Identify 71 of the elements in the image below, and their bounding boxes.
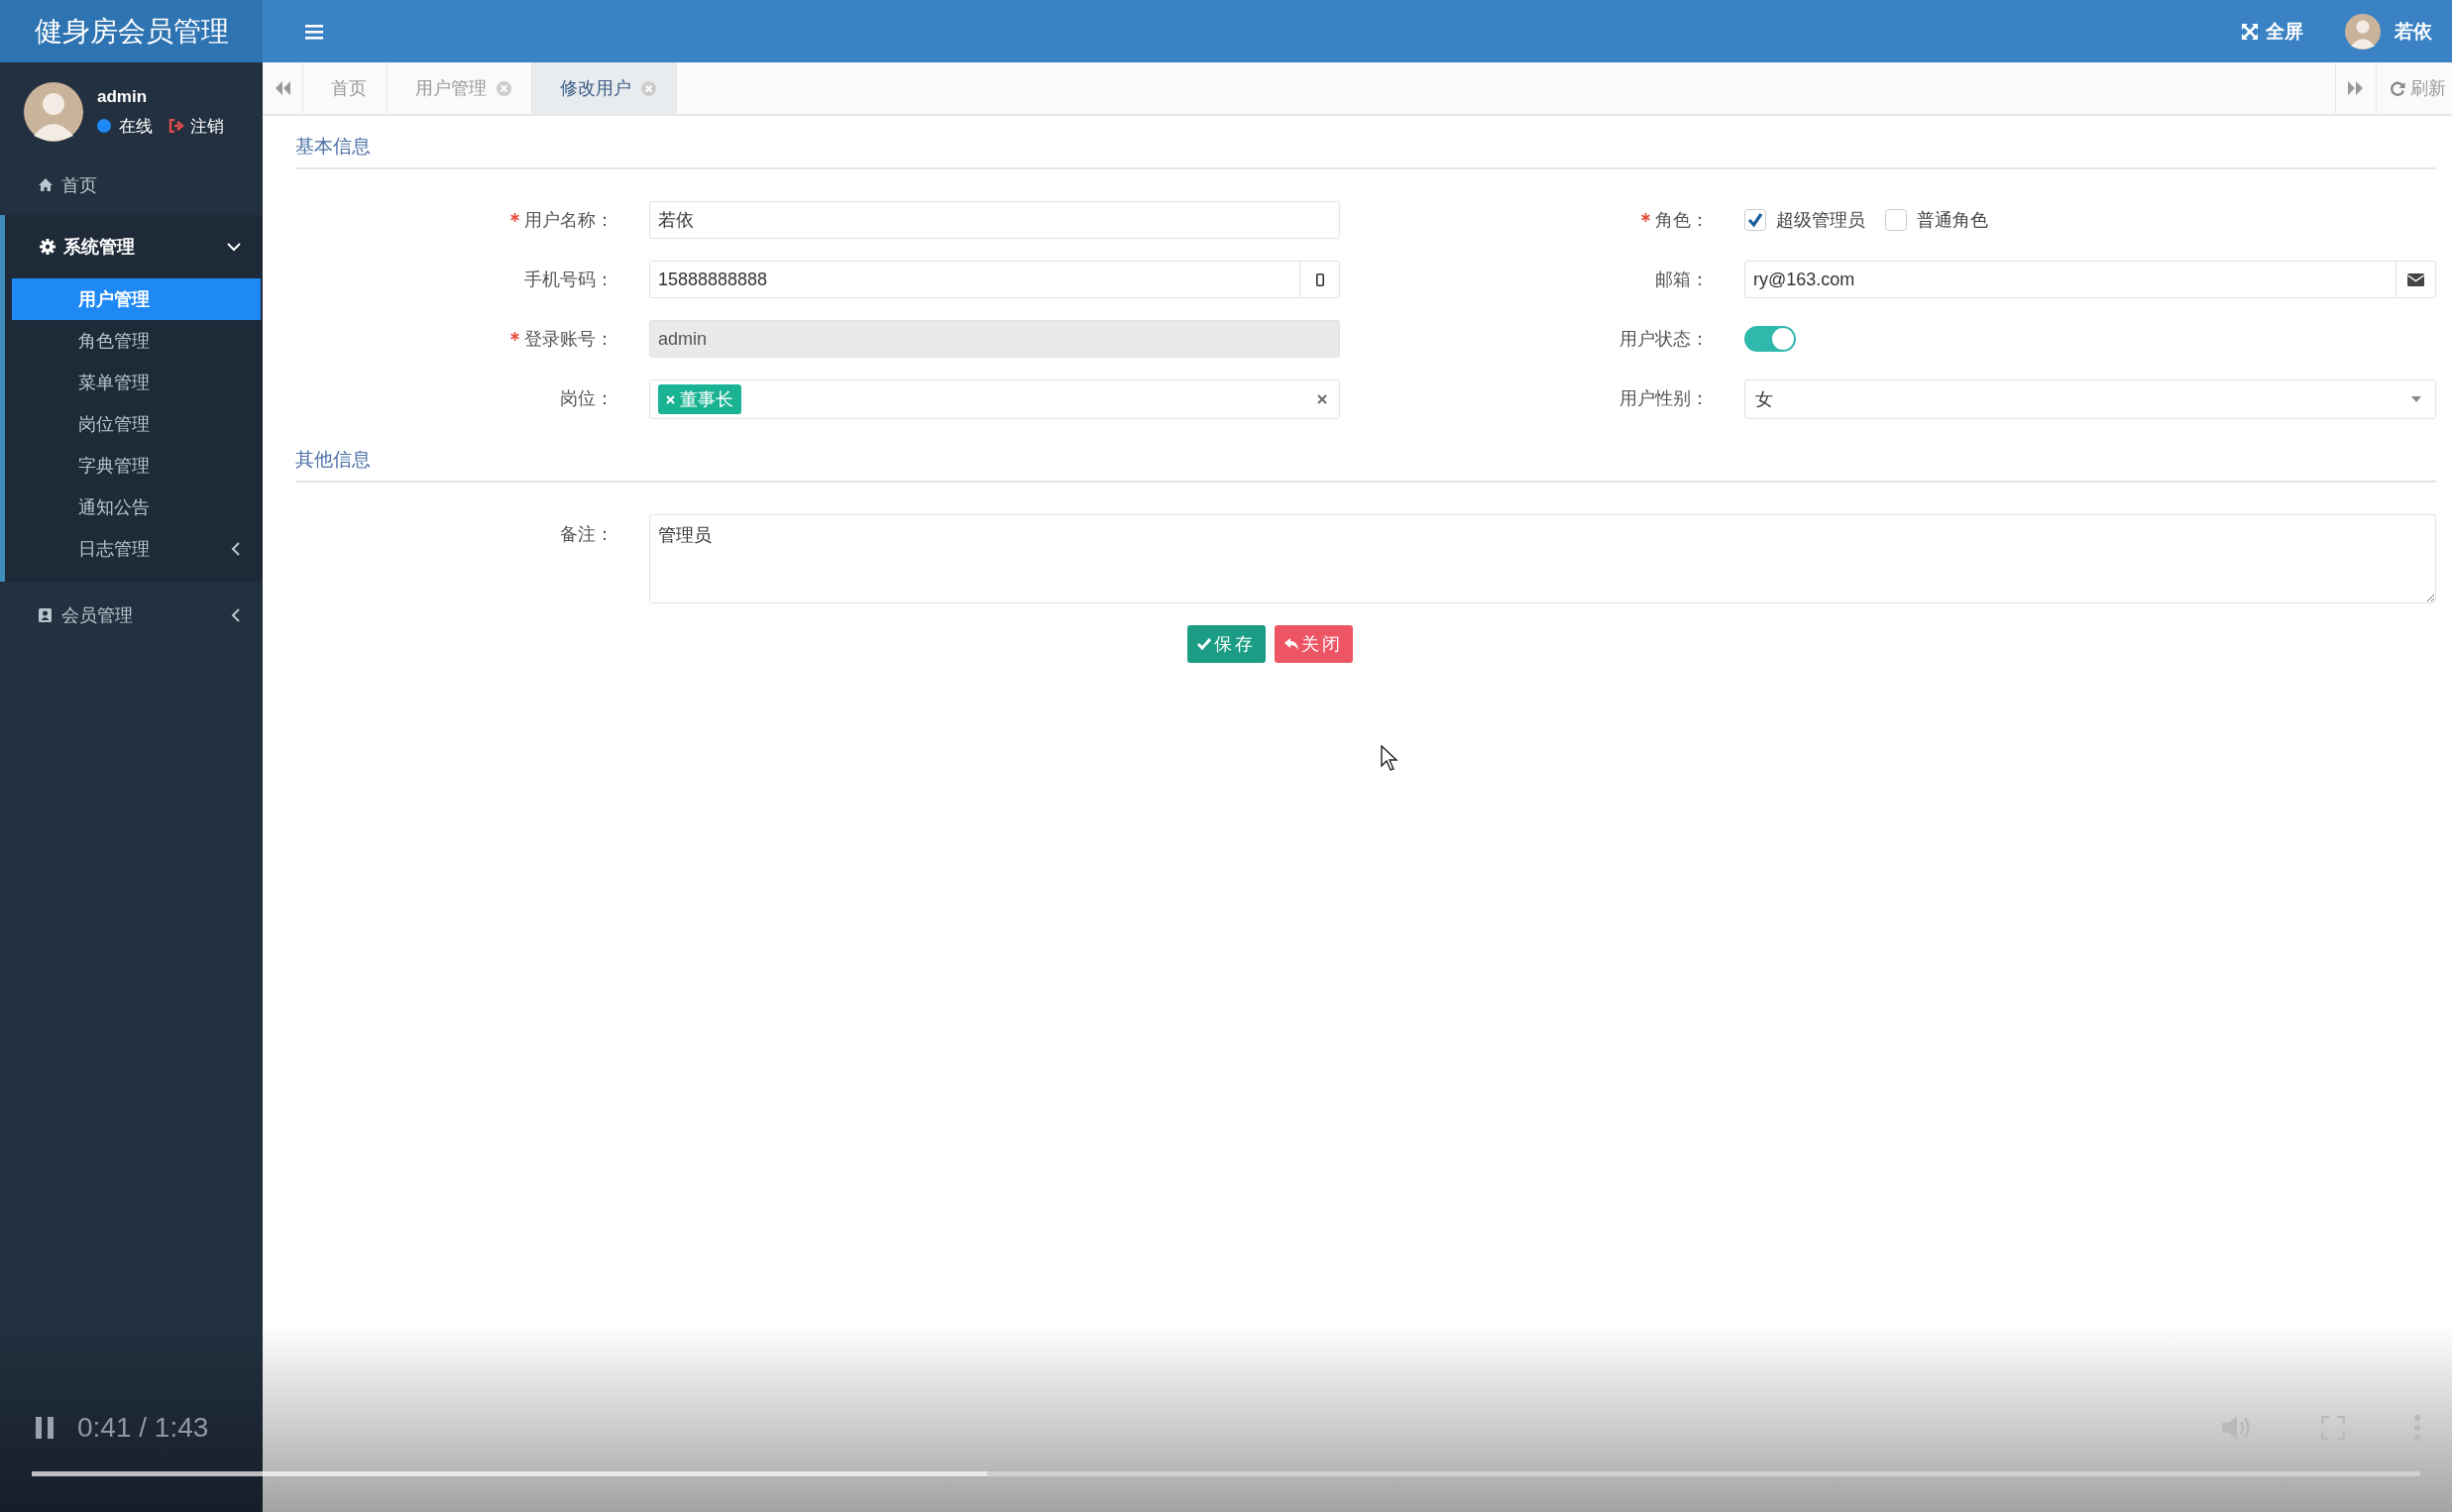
addon-button[interactable] bbox=[2396, 261, 2436, 298]
gear-icon bbox=[40, 239, 56, 255]
phone-icon bbox=[1315, 272, 1324, 286]
select-field[interactable]: 女 bbox=[1744, 379, 2436, 419]
remove-icon bbox=[666, 394, 675, 404]
field-label: 用户性别： bbox=[1618, 387, 1710, 410]
checkbox[interactable] bbox=[1744, 209, 1766, 231]
field-label: 岗位： bbox=[559, 387, 614, 410]
sidebar-item[interactable]: 字典管理 bbox=[12, 445, 261, 486]
field-label: 手机号码： bbox=[523, 269, 614, 291]
section-title: 基本信息 bbox=[295, 134, 2436, 169]
tab[interactable]: 修改用户 bbox=[532, 62, 677, 114]
sidebar-item[interactable]: 岗位管理 bbox=[12, 403, 261, 445]
field-label: 邮箱： bbox=[1654, 269, 1710, 291]
phone-field[interactable]: 15888888888 bbox=[649, 261, 1300, 298]
double-left-icon[interactable] bbox=[275, 81, 290, 95]
contact-card-icon bbox=[38, 607, 54, 623]
fullscreen-link[interactable]: 全屏 bbox=[2242, 18, 2303, 45]
field-label: 登录账号： bbox=[263, 320, 649, 358]
toggle-switch[interactable] bbox=[1744, 326, 1796, 352]
checkbox-label: 超级管理员 bbox=[1776, 209, 1865, 232]
progress-fill[interactable] bbox=[32, 1471, 987, 1476]
avatar bbox=[2345, 13, 2381, 50]
app-title: 健身房会员管理 bbox=[0, 0, 263, 62]
email-field[interactable]: ry@163.com bbox=[1744, 261, 2396, 298]
pause-icon[interactable] bbox=[36, 1417, 54, 1439]
cursor-icon bbox=[1381, 745, 1398, 771]
check-icon bbox=[1197, 638, 1211, 650]
required-icon bbox=[1641, 212, 1650, 222]
sidebar-item[interactable]: 日志管理 bbox=[12, 528, 261, 570]
chevron-down-icon bbox=[227, 242, 241, 252]
sidebar-item[interactable]: 会员管理 bbox=[0, 586, 263, 645]
user-menu[interactable]: 若依 bbox=[2345, 13, 2432, 50]
chevron-left-icon bbox=[231, 608, 241, 622]
video-time: 0:41 / 1:43 bbox=[77, 1412, 209, 1444]
caret-down-icon bbox=[2411, 396, 2421, 402]
required-icon bbox=[510, 331, 519, 341]
reply-icon bbox=[1284, 638, 1298, 650]
required-icon bbox=[510, 212, 519, 222]
avatar bbox=[24, 82, 83, 142]
field-label: 用户状态： bbox=[1618, 328, 1710, 351]
user-name: admin bbox=[97, 86, 149, 107]
clear-icon[interactable] bbox=[1317, 394, 1327, 404]
sidebar-item[interactable]: 首页 bbox=[0, 156, 263, 215]
remarks-field[interactable]: 管理员 bbox=[649, 514, 2436, 603]
sidebar-item[interactable]: 系统管理 bbox=[5, 215, 263, 278]
close-icon[interactable] bbox=[641, 80, 656, 96]
field-label: 角色： bbox=[1340, 201, 1744, 239]
envelope-icon bbox=[2407, 272, 2424, 286]
sidebar-item[interactable]: 菜单管理 bbox=[12, 362, 261, 403]
refresh-icon bbox=[2391, 80, 2405, 96]
checkbox-label: 普通角色 bbox=[1917, 209, 1988, 232]
field-label: 备注： bbox=[559, 523, 614, 546]
chevron-left-icon bbox=[231, 542, 241, 556]
status-dot-icon bbox=[97, 119, 111, 133]
sidebar-item[interactable]: 角色管理 bbox=[12, 320, 261, 362]
status-text: 在线 bbox=[119, 115, 153, 138]
logout-icon bbox=[168, 119, 184, 133]
checkbox[interactable] bbox=[1885, 209, 1907, 231]
sidebar-item[interactable]: 用户管理 bbox=[12, 278, 261, 320]
double-right-icon[interactable] bbox=[2348, 81, 2364, 95]
section-title: 其他信息 bbox=[295, 447, 2436, 483]
sidebar-item[interactable]: 通知公告 bbox=[12, 486, 261, 528]
input-field[interactable]: 若依 bbox=[649, 201, 1340, 239]
field-label: 用户名称： bbox=[263, 201, 649, 239]
home-icon bbox=[38, 177, 54, 193]
addon-button[interactable] bbox=[1300, 261, 1340, 298]
logout-link[interactable]: 注销 bbox=[168, 114, 224, 138]
close-icon[interactable] bbox=[497, 80, 511, 96]
expand-icon bbox=[2242, 23, 2258, 40]
menu-icon[interactable] bbox=[305, 23, 323, 40]
